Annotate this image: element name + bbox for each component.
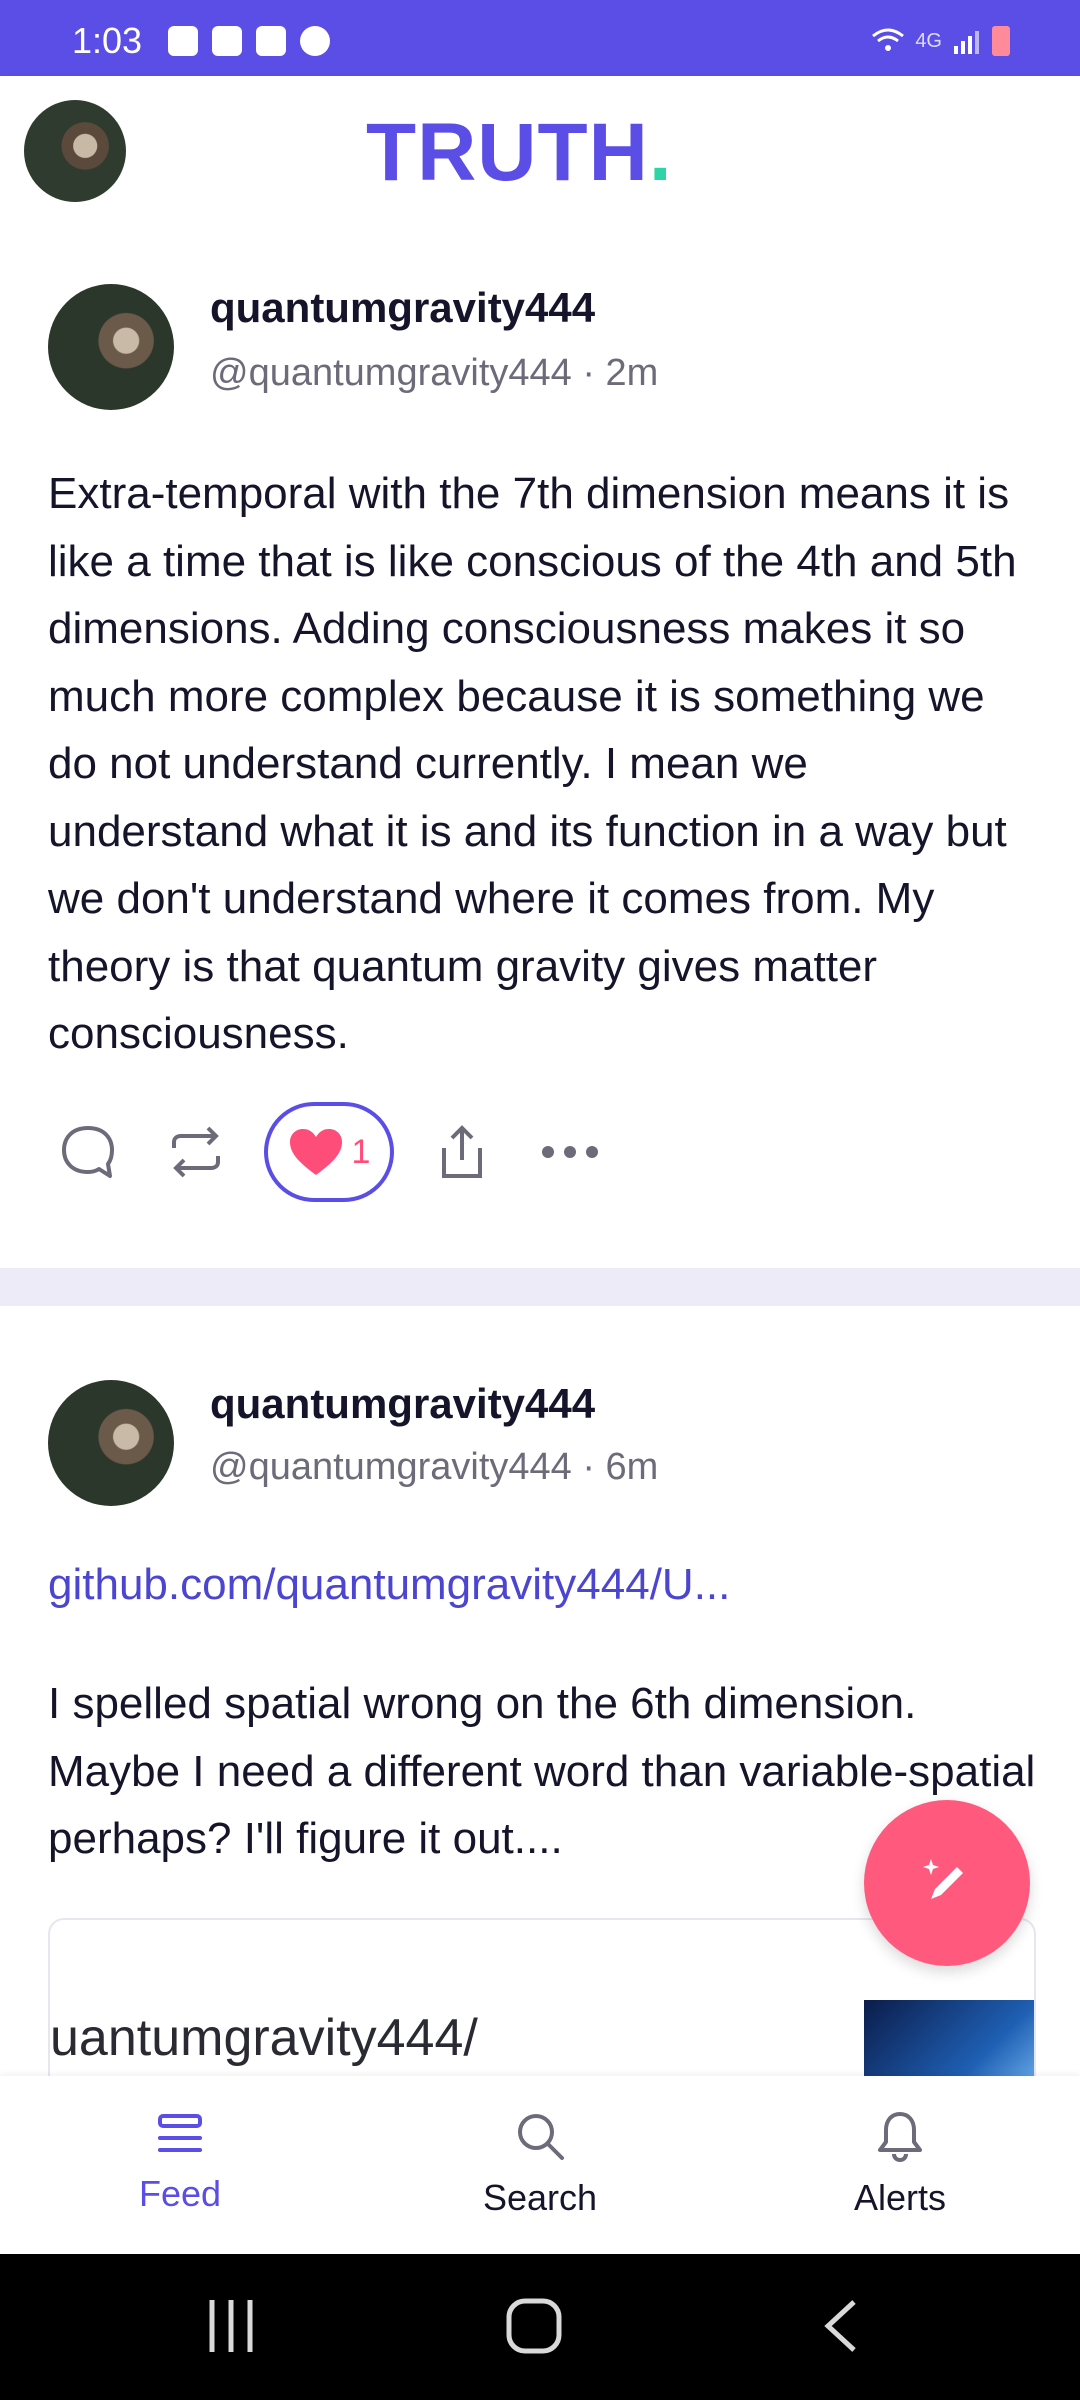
wifi-icon: [872, 28, 905, 51]
post-author-avatar[interactable]: [48, 284, 174, 410]
post-author-handle: @quantumgravity444 · 2m: [210, 352, 659, 394]
compose-button[interactable]: [864, 1800, 1030, 1966]
nav-search-label: Search: [482, 2177, 598, 2218]
status-notification-icons: [168, 26, 330, 56]
logo-dot: .: [648, 107, 673, 198]
nav-search[interactable]: Search: [440, 2110, 640, 2219]
pencil-sparkle-icon: [923, 1859, 963, 1899]
post-author-name[interactable]: quantumgravity444: [210, 284, 595, 332]
system-navigation-bar: [0, 2254, 1080, 2400]
more-options-button[interactable]: [530, 1112, 610, 1192]
post-card[interactable]: quantumgravity444 @quantumgravity444 · 2…: [0, 222, 1080, 1268]
post-author-avatar[interactable]: [48, 1380, 174, 1506]
like-button[interactable]: 1: [264, 1102, 394, 1202]
status-bar: 1:03 4G: [0, 0, 1080, 76]
assistant-icon: [300, 26, 330, 56]
post-separator: [0, 1268, 1080, 1306]
repost-button[interactable]: [156, 1112, 236, 1192]
nav-feed-label: Feed: [138, 2173, 222, 2214]
bell-icon: [878, 2112, 922, 2163]
repost-icon: [172, 1126, 220, 1178]
heart-icon: [289, 1129, 342, 1175]
home-icon[interactable]: [506, 2298, 562, 2354]
post-text: Extra-temporal with the 7th dimension me…: [48, 469, 1017, 1058]
more-dots-icon: [542, 1146, 598, 1158]
post-link[interactable]: github.com/quantumgravity444/U...: [48, 1560, 730, 1610]
post-author-handle: @quantumgravity444 · 6m: [210, 1446, 659, 1488]
recent-apps-icon[interactable]: [206, 2298, 256, 2354]
alert-icon: [168, 26, 198, 56]
app-header: TRUTH.: [0, 76, 1080, 222]
post-actions: 1: [48, 1102, 638, 1202]
profile-avatar[interactable]: [24, 100, 126, 202]
share-button[interactable]: [422, 1112, 502, 1192]
nav-feed[interactable]: Feed: [80, 2110, 280, 2215]
bottom-navigation: Feed Search Alerts: [0, 2076, 1080, 2254]
nav-alerts-label: Alerts: [853, 2177, 947, 2218]
battery-icon: [992, 26, 1010, 56]
image-icon: [212, 26, 242, 56]
status-time: 1:03: [72, 20, 143, 61]
signal-icon: [954, 31, 979, 54]
like-count: 1: [351, 1132, 371, 1171]
feed-icon: [158, 2114, 202, 2152]
back-icon[interactable]: [820, 2298, 860, 2354]
reply-button[interactable]: [48, 1112, 128, 1192]
link-preview-text: uantumgravity444/: [50, 2009, 478, 2067]
share-icon: [442, 1125, 482, 1178]
calendar-icon: [256, 26, 286, 56]
network-type: 4G: [915, 29, 942, 52]
app-logo: TRUTH.: [366, 106, 673, 200]
logo-text: TRUTH: [366, 107, 649, 198]
post-author-name[interactable]: quantumgravity444: [210, 1380, 595, 1428]
speech-bubble-icon: [62, 1126, 114, 1178]
search-icon: [518, 2114, 564, 2160]
nav-alerts[interactable]: Alerts: [800, 2110, 1000, 2219]
status-system-icons: 4G: [871, 26, 1010, 56]
